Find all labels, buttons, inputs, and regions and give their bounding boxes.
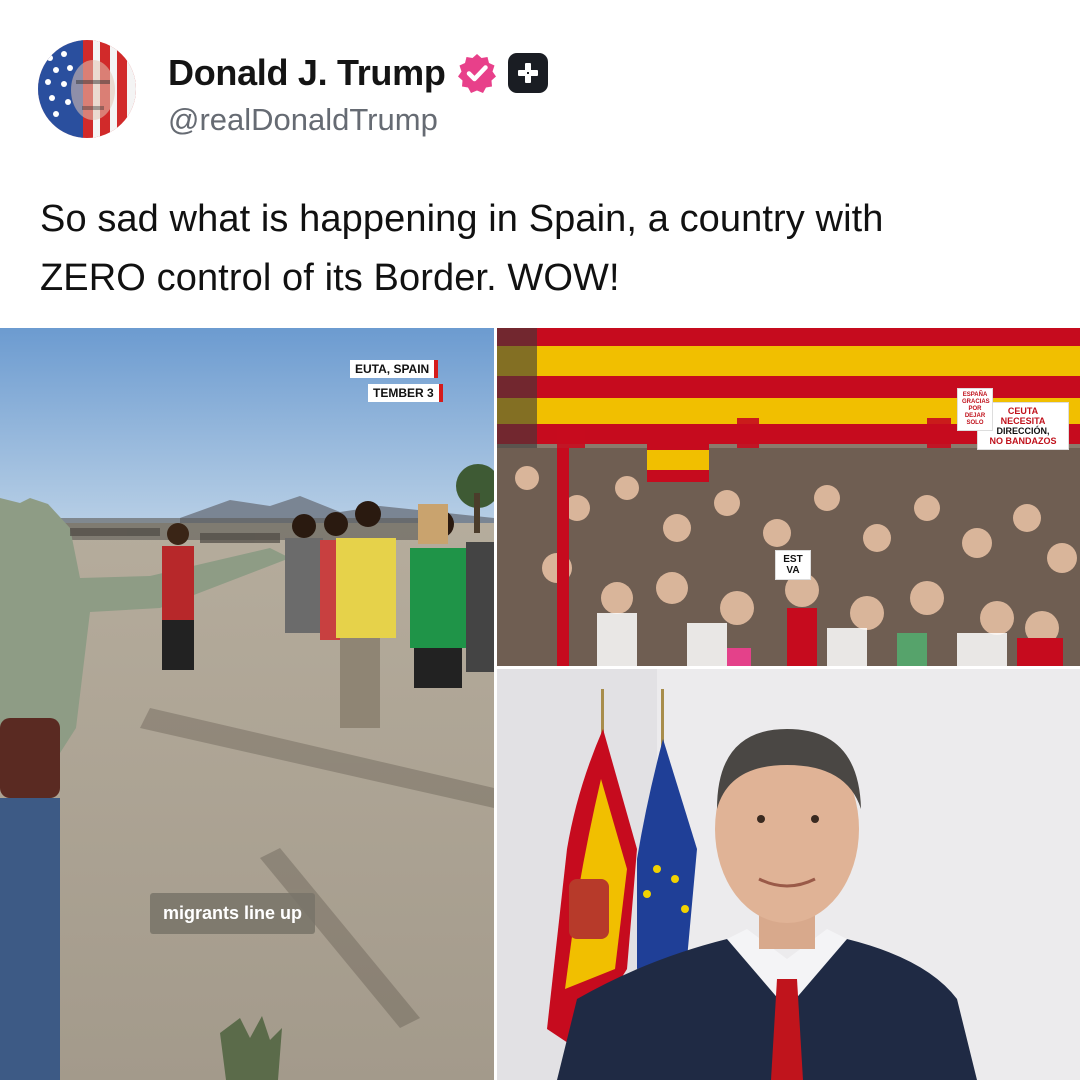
sign-text: EST <box>783 554 803 565</box>
sign-text: POR <box>968 406 982 412</box>
post-text-line: So sad what is happening in Spain, a cou… <box>40 198 884 240</box>
sign-text: NO BANDAZOS <box>989 436 1057 446</box>
verified-badge-icon <box>457 54 496 93</box>
beach-scene-image <box>0 328 494 1080</box>
author-handle[interactable]: @realDonaldTrump <box>168 102 438 138</box>
portrait-scene-image <box>497 669 1080 1080</box>
date-tag: TEMBER 3 <box>368 384 443 402</box>
sign-text: SOLO <box>966 420 984 426</box>
protest-sign-espana: ESPAÑA GRACIAS POR DEJAR SOLO <box>957 388 993 431</box>
post-header: Donald J. Trump @realDonaldTrump <box>38 40 1038 140</box>
official-portrait-image[interactable] <box>497 669 1080 1080</box>
sign-text: GRACIAS <box>962 399 990 405</box>
media-grid[interactable]: EUTA, SPAIN TEMBER 3 migrants line up CE… <box>0 328 1080 1080</box>
sign-text: DEJAR <box>964 413 986 419</box>
protest-sign-partial: EST VA <box>775 550 811 580</box>
sign-text: NECESITA <box>1000 416 1046 426</box>
protest-crowd-image[interactable]: CEUTA NECESITA DIRECCIÓN, NO BANDAZOS ES… <box>497 328 1080 666</box>
sign-text: VA <box>786 565 800 576</box>
sign-text: DIRECCIÓN, <box>996 426 1050 436</box>
sign-text: CEUTA <box>1007 406 1039 416</box>
author-name[interactable]: Donald J. Trump <box>168 52 446 94</box>
post-body: So sad what is happening in Spain, a cou… <box>40 190 1050 308</box>
sign-text: ESPAÑA <box>962 392 988 398</box>
location-tag: EUTA, SPAIN <box>350 360 439 378</box>
video-caption: migrants line up <box>150 893 316 934</box>
avatar[interactable] <box>38 40 136 138</box>
post-text-line: ZERO control of its Border. WOW! <box>40 257 620 299</box>
crowd-scene-image <box>497 328 1080 666</box>
flag-portrait-icon <box>38 40 136 138</box>
plus-badge-icon <box>507 53 548 93</box>
video-still-ceuta-beach[interactable]: EUTA, SPAIN TEMBER 3 migrants line up <box>0 328 494 1080</box>
